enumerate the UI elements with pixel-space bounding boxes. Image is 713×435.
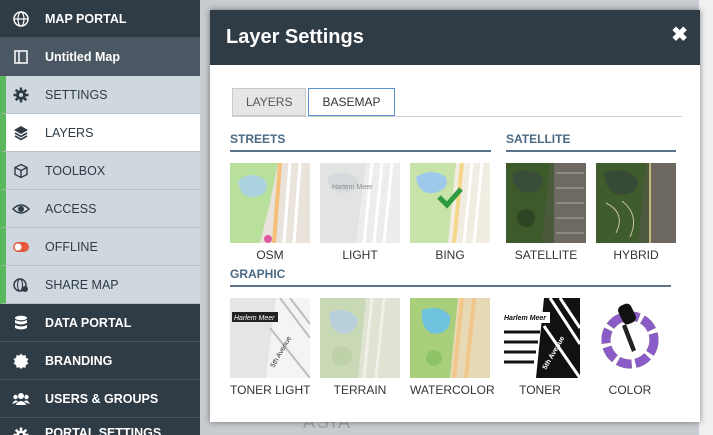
section-divider [506, 150, 676, 152]
light-preview: Harlem Meer [320, 163, 400, 243]
map-text: Harlem Meer [332, 184, 373, 191]
toner-preview: Harlem Meer 5th Avenue [500, 298, 580, 378]
basemap-label: HYBRID [613, 248, 659, 262]
basemap-label: TERRAIN [333, 383, 387, 397]
basemap-hybrid[interactable]: HYBRID [596, 163, 676, 262]
nav-label: OFFLINE [45, 239, 98, 254]
basemap-toner[interactable]: Harlem Meer 5th Avenue TONER [500, 298, 580, 397]
section-graphic: GRAPHIC [230, 267, 286, 281]
basemap-label: OSM [256, 248, 284, 262]
tab-divider [232, 116, 682, 117]
nav-layers[interactable]: LAYERS [0, 114, 200, 152]
seal-icon [12, 352, 30, 370]
section-divider [230, 285, 671, 287]
basemap-label: LIGHT [342, 248, 378, 262]
hybrid-preview [596, 163, 676, 243]
nav-access[interactable]: ACCESS [0, 190, 200, 228]
basemap-osm[interactable]: OSM [230, 163, 310, 262]
layer-settings-dialog: Layer Settings ✖ LAYERS BASEMAP STREETS … [210, 10, 700, 422]
nav-label: Untitled Map [45, 49, 120, 64]
bing-preview [410, 163, 490, 243]
basemap-label: COLOR [608, 383, 652, 397]
nav-map-portal[interactable]: MAP PORTAL [0, 0, 200, 38]
tab-basemap[interactable]: BASEMAP [308, 88, 395, 116]
map-book-icon [12, 48, 30, 66]
basemap-label: BING [435, 248, 465, 262]
basemap-terrain[interactable]: TERRAIN [320, 298, 400, 397]
nav-share-map[interactable]: SHARE MAP [0, 266, 200, 304]
tab-layers[interactable]: LAYERS [232, 88, 307, 116]
checkmark-icon [437, 187, 463, 209]
nav-branding[interactable]: BRANDING [0, 342, 200, 380]
sidebar: MAP PORTAL Untitled Map SETTINGS LAYERS … [0, 0, 200, 435]
basemap-label: SATELLITE [514, 248, 578, 262]
basemap-light[interactable]: Harlem Meer LIGHT [320, 163, 400, 262]
nav-label: MAP PORTAL [45, 11, 127, 26]
nav-toolbox[interactable]: TOOLBOX [0, 152, 200, 190]
nav-label: ACCESS [45, 201, 97, 216]
globe-icon [12, 10, 30, 28]
cube-icon [12, 162, 30, 180]
nav-label: TOOLBOX [45, 163, 106, 178]
section-streets: STREETS [230, 132, 286, 146]
osm-preview [230, 163, 310, 243]
nav-label: BRANDING [45, 353, 113, 368]
nav-untitled-map[interactable]: Untitled Map [0, 38, 200, 76]
nav-settings[interactable]: SETTINGS [0, 76, 200, 114]
tab-bar: LAYERS BASEMAP [232, 88, 397, 116]
nav-portal-settings[interactable]: PORTAL SETTINGS [0, 418, 200, 435]
nav-label: USERS & GROUPS [45, 391, 159, 406]
satellite-preview [506, 163, 586, 243]
map-text: Harlem Meer [504, 315, 547, 322]
layers-icon [12, 124, 30, 142]
dialog-header: Layer Settings ✖ [210, 10, 700, 65]
section-divider [230, 150, 491, 152]
nav-label: SETTINGS [45, 87, 108, 102]
gear-icon [12, 426, 30, 435]
watercolor-preview [410, 298, 490, 378]
eyedropper-icon [601, 303, 659, 369]
nav-users-groups[interactable]: USERS & GROUPS [0, 380, 200, 418]
basemap-color[interactable]: COLOR [590, 298, 670, 397]
toggle-icon [12, 238, 30, 256]
nav-data-portal[interactable]: DATA PORTAL [0, 304, 200, 342]
section-satellite: SATELLITE [506, 132, 571, 146]
nav-label: PORTAL SETTINGS [45, 426, 162, 435]
nav-label: LAYERS [45, 125, 94, 140]
toner-light-preview: Harlem Meer 5th Avenue [230, 298, 310, 378]
basemap-label: TONER LIGHT [230, 383, 311, 397]
close-icon[interactable]: ✖ [671, 22, 688, 47]
nav-label: SHARE MAP [45, 277, 119, 292]
gear-icon [12, 86, 30, 104]
basemap-watercolor[interactable]: WATERCOLOR [410, 298, 495, 397]
nav-label: DATA PORTAL [45, 315, 132, 330]
users-icon [12, 390, 30, 408]
eye-icon [12, 200, 30, 218]
basemap-label: TONER [519, 383, 561, 397]
color-preview [590, 298, 670, 378]
map-side-panel [699, 0, 713, 435]
database-icon [12, 314, 30, 332]
basemap-label: WATERCOLOR [410, 383, 495, 397]
basemap-bing[interactable]: BING [410, 163, 490, 262]
terrain-preview [320, 298, 400, 378]
basemap-satellite[interactable]: SATELLITE [506, 163, 586, 262]
map-text: Harlem Meer [234, 315, 275, 322]
share-globe-icon [12, 276, 30, 294]
dialog-title: Layer Settings [226, 26, 364, 48]
nav-offline[interactable]: OFFLINE [0, 228, 200, 266]
basemap-toner-light[interactable]: Harlem Meer 5th Avenue TONER LIGHT [230, 298, 310, 397]
